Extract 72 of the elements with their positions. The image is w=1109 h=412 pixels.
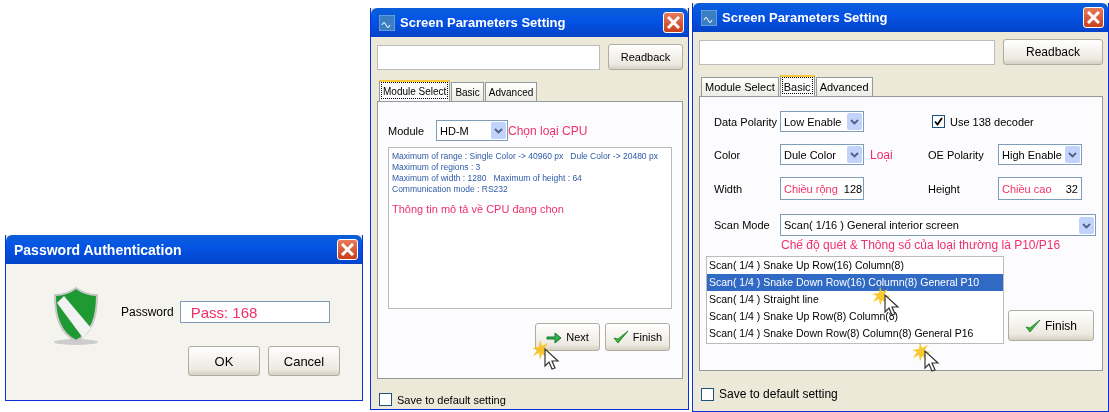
close-icon bbox=[667, 16, 680, 29]
text-field[interactable]: Chiều rộng 128 bbox=[780, 177, 864, 200]
checkbox[interactable] bbox=[701, 387, 714, 401]
checkbox-label: Save to default setting bbox=[719, 387, 838, 401]
tab[interactable]: Advanced bbox=[815, 77, 873, 96]
checkmark-icon bbox=[1025, 317, 1041, 334]
info-text: Communication mode : RS232 bbox=[392, 184, 508, 194]
text-field[interactable] bbox=[699, 39, 995, 65]
checkbox[interactable] bbox=[932, 115, 945, 128]
list-option[interactable]: Scan( 1/4 ) Snake Down Row(8) Column(8) General P16 bbox=[707, 325, 1003, 342]
checkbox[interactable] bbox=[379, 393, 392, 406]
info-text: Maximum of width : 1280 bbox=[392, 173, 487, 183]
dropdown[interactable]: High Enable bbox=[998, 144, 1082, 165]
annotation-text: Chọn loại CPU bbox=[508, 123, 588, 138]
list-option[interactable]: Scan( 1/4 ) Snake Up Row(16) Column(8) bbox=[707, 257, 1003, 274]
checkmark-icon bbox=[612, 329, 629, 345]
tab[interactable]: Basic bbox=[451, 82, 484, 101]
close-button[interactable] bbox=[1083, 7, 1104, 28]
window-title: Screen Parameters Setting bbox=[722, 10, 889, 25]
field-label: Color bbox=[714, 148, 742, 161]
finish-button[interactable]: Finish bbox=[605, 323, 670, 351]
checkbox-label: Save to default setting bbox=[397, 393, 506, 406]
checkmark-icon bbox=[934, 117, 943, 126]
shield-icon bbox=[51, 286, 101, 346]
arrow-icon bbox=[546, 329, 563, 345]
field-label: Scan Mode bbox=[714, 219, 771, 231]
info-text: Maximum of regions : 3 bbox=[392, 162, 481, 172]
close-button[interactable] bbox=[337, 239, 358, 260]
annotation-text: Chiều cao bbox=[1002, 182, 1052, 195]
list-option[interactable]: Scan( 1/4 ) Snake Down Row(16) Column(8) General P10 bbox=[707, 274, 1003, 291]
dialog-button[interactable]: Cancel bbox=[268, 346, 340, 376]
field-value: 128 bbox=[843, 182, 863, 195]
text-field[interactable] bbox=[377, 44, 600, 70]
annotation-text: Chế độ quét & Thông số của loại thường là P10/P16 bbox=[780, 238, 1062, 252]
info-text: Dule Color -> 20480 px bbox=[570, 151, 658, 161]
close-icon bbox=[1087, 11, 1100, 24]
scan-mode-dropdown[interactable]: Scan( 1/16 ) General interior screen bbox=[780, 214, 1096, 236]
annotation-text: Chiều rộng bbox=[784, 182, 838, 195]
field-label: Width bbox=[714, 182, 744, 195]
info-text: Maximum of height : 64 bbox=[493, 173, 582, 183]
tab[interactable]: Module Select bbox=[701, 77, 779, 96]
close-icon bbox=[341, 243, 354, 256]
finish-button[interactable]: Finish bbox=[1008, 310, 1094, 341]
field-label: Password bbox=[121, 305, 174, 319]
field-value: 32 bbox=[1065, 182, 1078, 195]
annotation-text: Loại bbox=[870, 147, 893, 162]
window-title: Password Authentication bbox=[14, 241, 183, 258]
list-option[interactable]: Scan( 1/4 ) Snake Up Row(8) Column(8) bbox=[707, 308, 1003, 325]
next-button[interactable]: Next bbox=[535, 323, 600, 351]
close-button[interactable] bbox=[663, 12, 684, 33]
window-title: Screen Parameters Setting bbox=[400, 15, 567, 30]
module-dropdown[interactable]: HD-M bbox=[436, 120, 508, 141]
field-label: OE Polarity bbox=[928, 148, 985, 161]
app-icon bbox=[379, 14, 395, 31]
dropdown[interactable]: Dule Color bbox=[780, 144, 864, 165]
readback-button[interactable]: Readback bbox=[1003, 39, 1103, 65]
tab[interactable]: Basic bbox=[779, 75, 815, 96]
text-field[interactable]: Chiều cao 32 bbox=[998, 177, 1082, 200]
app-icon bbox=[701, 9, 717, 26]
field-label: Data Polarity bbox=[714, 115, 778, 128]
info-text: Maximum of range : Single Color -> 40960 px bbox=[392, 151, 564, 161]
field-label: Module bbox=[388, 124, 426, 137]
readback-button[interactable]: Readback bbox=[608, 44, 683, 70]
dialog-button[interactable]: OK bbox=[188, 346, 260, 376]
tab[interactable]: Advanced bbox=[484, 82, 538, 101]
dropdown[interactable]: Low Enable bbox=[780, 111, 864, 132]
tab[interactable]: Module Select bbox=[379, 80, 451, 101]
list-option[interactable]: Scan( 1/4 ) Straight line bbox=[707, 291, 1003, 308]
annotation-text: Thông tin mô tả về CPU đang chọn bbox=[392, 203, 565, 215]
password-field[interactable]: Pass: 168 bbox=[179, 301, 330, 323]
checkbox-label: Use 138 decoder bbox=[950, 115, 1034, 128]
field-label: Height bbox=[928, 182, 961, 195]
